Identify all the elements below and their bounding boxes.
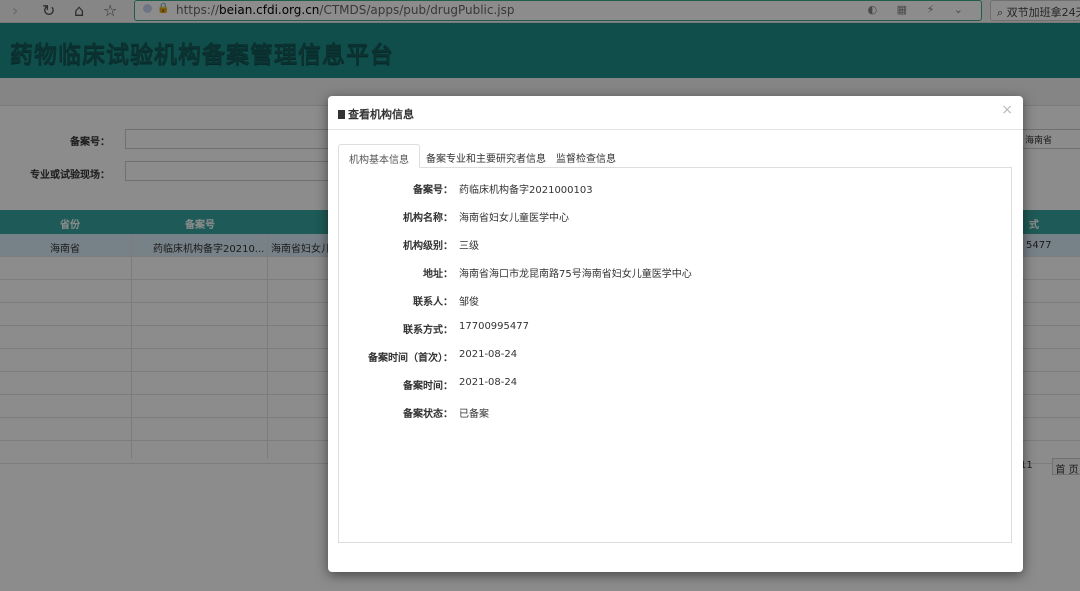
modal-title: 查看机构信息	[338, 106, 414, 122]
info-row: 机构名称： 海南省妇女儿童医学中心	[339, 206, 1013, 226]
field-label: 备案时间：	[403, 381, 453, 392]
field-label: 备案状态：	[403, 409, 453, 420]
field-label: 联系人：	[413, 297, 453, 308]
basic-info-panel: 备案号： 药临床机构备字2021000103 机构名称： 海南省妇女儿童医学中心…	[338, 168, 1012, 543]
field-label: 备案号：	[413, 185, 453, 196]
field-value: 海南省海口市龙昆南路75号海南省妇女儿童医学中心	[459, 269, 692, 280]
info-row: 备案时间： 2021-08-24	[339, 374, 1013, 394]
field-label: 机构名称：	[403, 213, 453, 224]
field-label: 机构级别：	[403, 241, 453, 252]
field-value: 邹俊	[459, 297, 479, 308]
field-value: 已备案	[459, 409, 489, 420]
info-row: 联系方式： 17700995477	[339, 318, 1013, 338]
info-row: 地址： 海南省海口市龙昆南路75号海南省妇女儿童医学中心	[339, 262, 1013, 282]
field-value: 海南省妇女儿童医学中心	[459, 213, 569, 224]
tab-basic-info[interactable]: 机构基本信息	[338, 144, 420, 168]
field-value: 17700995477	[459, 321, 529, 332]
modal-tabs: 机构基本信息 备案专业和主要研究者信息 监督检查信息	[338, 144, 1012, 168]
document-icon	[338, 110, 345, 119]
info-row: 备案状态： 已备案	[339, 402, 1013, 422]
close-icon[interactable]: ×	[1001, 102, 1013, 118]
info-row: 联系人： 邹俊	[339, 290, 1013, 310]
field-value: 三级	[459, 241, 479, 252]
field-label: 地址：	[423, 269, 453, 280]
field-value: 药临床机构备字2021000103	[459, 185, 593, 196]
info-row: 备案时间（首次）： 2021-08-24	[339, 346, 1013, 366]
info-row: 机构级别： 三级	[339, 234, 1013, 254]
tab-inspection-info[interactable]: 监督检查信息	[546, 144, 626, 168]
field-value: 2021-08-24	[459, 349, 518, 360]
tab-specialty-researchers[interactable]: 备案专业和主要研究者信息	[416, 144, 556, 168]
field-label: 联系方式：	[403, 325, 453, 336]
field-value: 2021-08-24	[459, 377, 518, 388]
modal-header: 查看机构信息 ×	[328, 96, 1023, 130]
info-row: 备案号： 药临床机构备字2021000103	[339, 178, 1013, 198]
field-label: 备案时间（首次）：	[368, 353, 453, 364]
institution-info-modal: 查看机构信息 × 机构基本信息 备案专业和主要研究者信息 监督检查信息 备案号：…	[328, 96, 1023, 572]
